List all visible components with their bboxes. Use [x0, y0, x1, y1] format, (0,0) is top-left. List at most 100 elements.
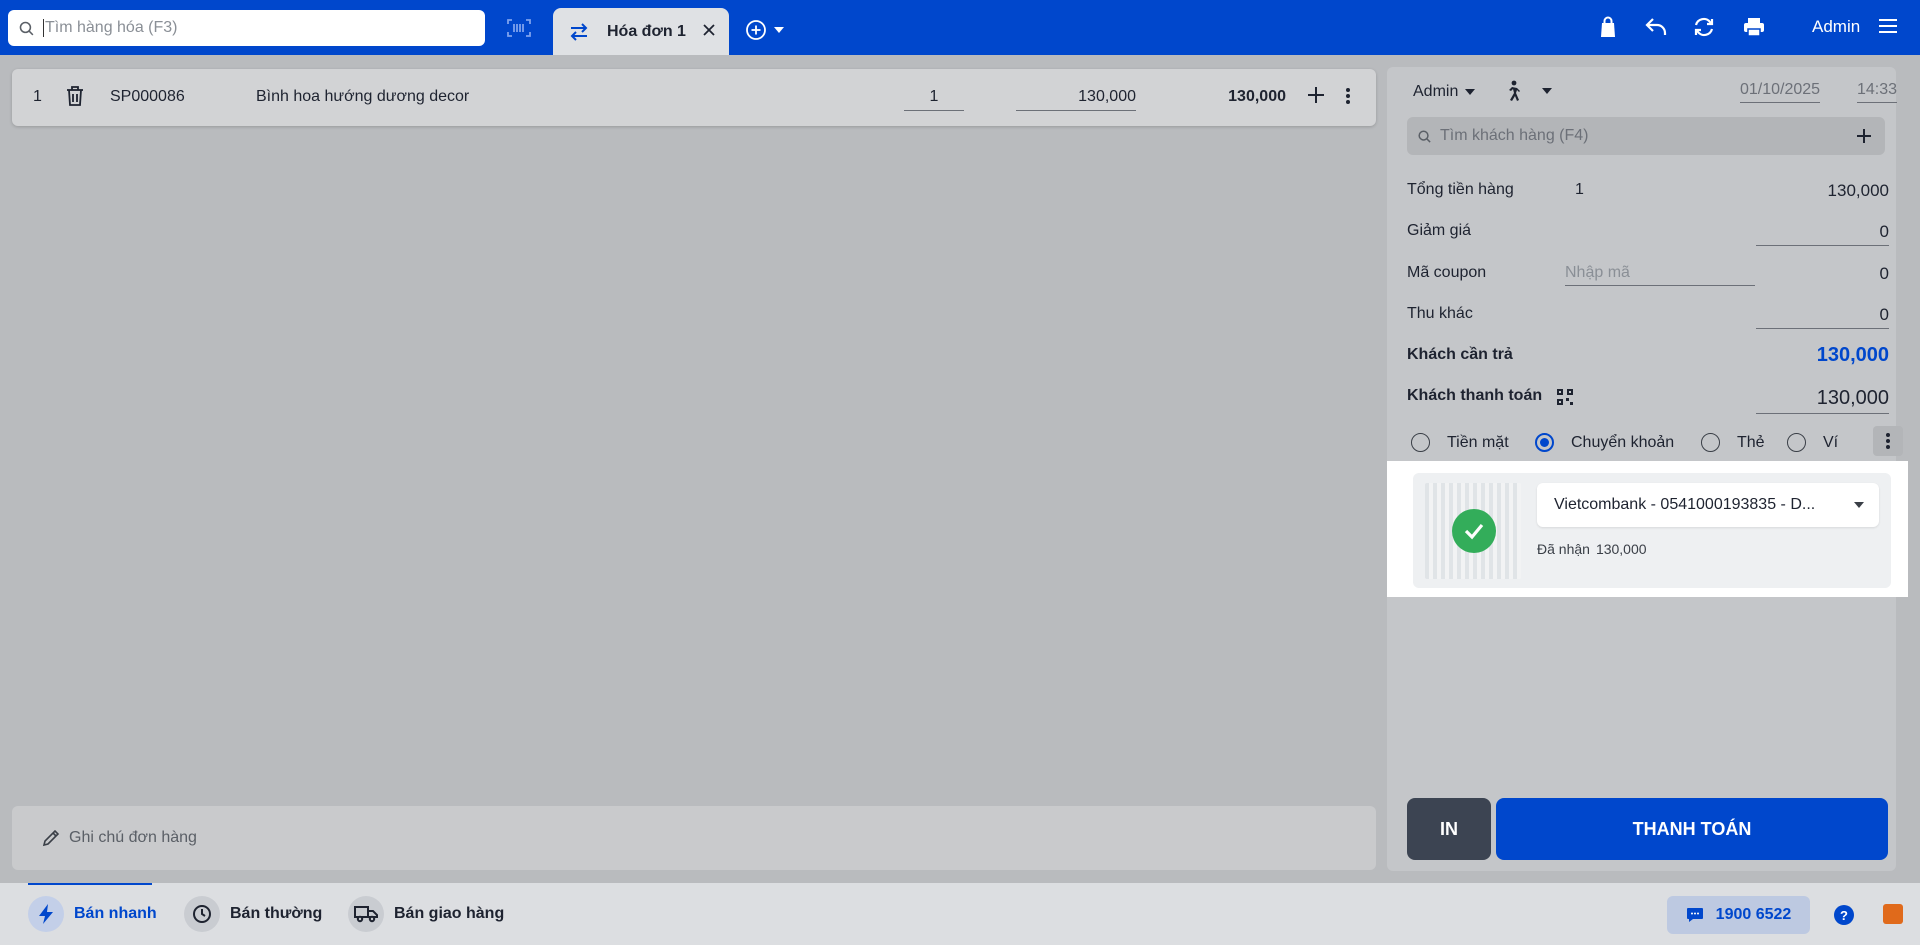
more-methods-button[interactable] — [1873, 426, 1903, 456]
plus-circle-icon — [746, 20, 766, 40]
walking-person-icon — [1509, 80, 1520, 101]
mode-delivery-sale-label: Bán giao hàng — [394, 905, 505, 922]
chevron-down-icon — [1854, 502, 1864, 508]
item-index: 1 — [33, 88, 42, 105]
method-cash-label: Tiền mặt — [1447, 433, 1509, 451]
trash-icon[interactable] — [66, 85, 84, 107]
quantity-input[interactable]: 1 — [904, 88, 964, 111]
chevron-down-icon — [1465, 89, 1476, 95]
customer-paid-row: Khách thanh toán 130,000 — [1407, 387, 1889, 417]
active-mode-indicator — [28, 883, 152, 885]
method-wallet-label: Ví — [1823, 433, 1839, 451]
swap-icon — [570, 22, 588, 41]
method-card[interactable]: Thẻ — [1701, 433, 1765, 452]
discount-input[interactable]: 0 — [1756, 222, 1889, 246]
close-tab-icon[interactable] — [701, 22, 717, 38]
bank-transfer-card: Vietcombank - 0541000193835 - D... Đã nh… — [1413, 473, 1891, 588]
radio-transfer[interactable] — [1535, 433, 1554, 452]
chevron-down-icon — [774, 27, 784, 33]
other-fee-row: Thu khác 0 — [1407, 305, 1889, 333]
order-note-input[interactable]: Ghi chú đơn hàng — [12, 806, 1376, 870]
bank-transfer-section: Vietcombank - 0541000193835 - D... Đã nh… — [1387, 461, 1908, 597]
print-icon[interactable] — [1743, 16, 1765, 38]
method-transfer[interactable]: Chuyển khoản — [1535, 433, 1674, 452]
add-customer-icon[interactable] — [1855, 127, 1873, 145]
coupon-input[interactable]: Nhập mã — [1565, 264, 1755, 286]
item-code: SP000086 — [110, 88, 185, 105]
qr-code-icon[interactable] — [1557, 389, 1573, 405]
clock-icon — [184, 896, 220, 932]
sales-channel-select[interactable] — [1505, 80, 1553, 102]
subtotal-value: 130,000 — [1827, 181, 1889, 200]
sync-icon[interactable] — [1693, 16, 1715, 38]
pencil-icon — [42, 829, 60, 847]
more-vertical-icon — [1886, 433, 1890, 449]
method-card-label: Thẻ — [1737, 433, 1765, 451]
seller-name: Admin — [1413, 83, 1459, 100]
discount-label: Giảm giá — [1407, 222, 1472, 239]
print-button[interactable]: IN — [1407, 798, 1491, 860]
bank-account-label: Vietcombank - 0541000193835 - D... — [1554, 496, 1816, 513]
payment-methods: Tiền mặt Chuyển khoản Thẻ Ví — [1411, 426, 1903, 457]
qr-code-image — [1425, 483, 1521, 579]
received-label: Đã nhận — [1537, 541, 1590, 557]
mode-normal-sale-label: Bán thường — [230, 905, 323, 922]
customer-search-input[interactable]: Tìm khách hàng (F4) — [1407, 117, 1885, 155]
table-row: 1 SP000086 Bình hoa hướng dương decor 1 … — [12, 69, 1376, 126]
customer-search-placeholder: Tìm khách hàng (F4) — [1440, 127, 1589, 144]
amount-due-label: Khách cần trả — [1407, 346, 1513, 363]
tab-label: Hóa đơn 1 — [607, 22, 686, 40]
user-name[interactable]: Admin — [1812, 17, 1860, 37]
mode-delivery-sale[interactable]: Bán giao hàng — [348, 896, 504, 932]
other-fee-input[interactable]: 0 — [1756, 305, 1889, 329]
coupon-label: Mã coupon — [1407, 264, 1487, 281]
bag-icon[interactable] — [1598, 16, 1618, 38]
mode-normal-sale[interactable]: Bán thường — [184, 896, 322, 932]
subtotal-label: Tổng tiền hàng — [1407, 181, 1514, 198]
date-field[interactable]: 01/10/2025 — [1740, 81, 1821, 103]
chevron-down-icon — [1542, 88, 1552, 94]
top-bar: Tìm hàng hóa (F3) Hóa đơn 1 Admin — [0, 0, 1920, 55]
product-search-placeholder: Tìm hàng hóa (F3) — [43, 19, 178, 37]
method-wallet[interactable]: Ví — [1787, 433, 1838, 452]
unit-price-input[interactable]: 130,000 — [1016, 88, 1136, 111]
pay-button[interactable]: THANH TOÁN — [1496, 798, 1888, 860]
hotline-button[interactable]: 1900 6522 — [1667, 896, 1810, 934]
more-vertical-icon[interactable] — [1345, 86, 1351, 106]
plus-icon[interactable] — [1306, 85, 1326, 105]
other-fee-label: Thu khác — [1407, 305, 1473, 322]
product-search-input[interactable]: Tìm hàng hóa (F3) — [8, 10, 485, 46]
hamburger-menu-icon[interactable] — [1878, 17, 1898, 35]
tab-invoice-1[interactable]: Hóa đơn 1 — [553, 8, 729, 55]
bank-account-select[interactable]: Vietcombank - 0541000193835 - D... — [1537, 483, 1879, 527]
time-field[interactable]: 14:33 — [1857, 81, 1898, 103]
help-icon[interactable]: ? — [1834, 905, 1854, 925]
received-amount: Đã nhận 130,000 — [1537, 541, 1647, 557]
mode-quick-sale-label: Bán nhanh — [74, 905, 157, 922]
customer-paid-input[interactable]: 130,000 — [1756, 387, 1889, 414]
bottom-bar: Bán nhanh Bán thường Bán giao hàng 1900 … — [0, 883, 1920, 945]
subtotal-row: Tổng tiền hàng 1 130,000 — [1407, 181, 1889, 205]
discount-row: Giảm giá 0 — [1407, 222, 1889, 250]
truck-icon — [348, 896, 384, 932]
amount-due-value: 130,000 — [1816, 344, 1889, 366]
mode-quick-sale[interactable]: Bán nhanh — [28, 896, 157, 932]
undo-icon[interactable] — [1645, 17, 1667, 37]
feedback-icon[interactable] — [1883, 904, 1903, 924]
item-name[interactable]: Bình hoa hướng dương decor — [256, 88, 469, 106]
radio-card[interactable] — [1701, 433, 1720, 452]
chat-bubble-icon — [1686, 908, 1703, 922]
method-cash[interactable]: Tiền mặt — [1411, 433, 1509, 452]
line-total: 130,000 — [1228, 88, 1286, 105]
radio-wallet[interactable] — [1787, 433, 1806, 452]
barcode-scan-icon[interactable] — [507, 18, 531, 43]
coupon-row: Mã coupon Nhập mã 0 — [1407, 264, 1889, 292]
order-note-placeholder: Ghi chú đơn hàng — [69, 829, 197, 846]
check-icon — [1452, 509, 1496, 553]
method-transfer-label: Chuyển khoản — [1571, 433, 1675, 451]
radio-cash[interactable] — [1411, 433, 1430, 452]
add-tab-button[interactable] — [745, 19, 785, 41]
seller-select[interactable]: Admin — [1413, 83, 1476, 101]
received-value: 130,000 — [1595, 541, 1647, 557]
lightning-icon — [28, 896, 64, 932]
